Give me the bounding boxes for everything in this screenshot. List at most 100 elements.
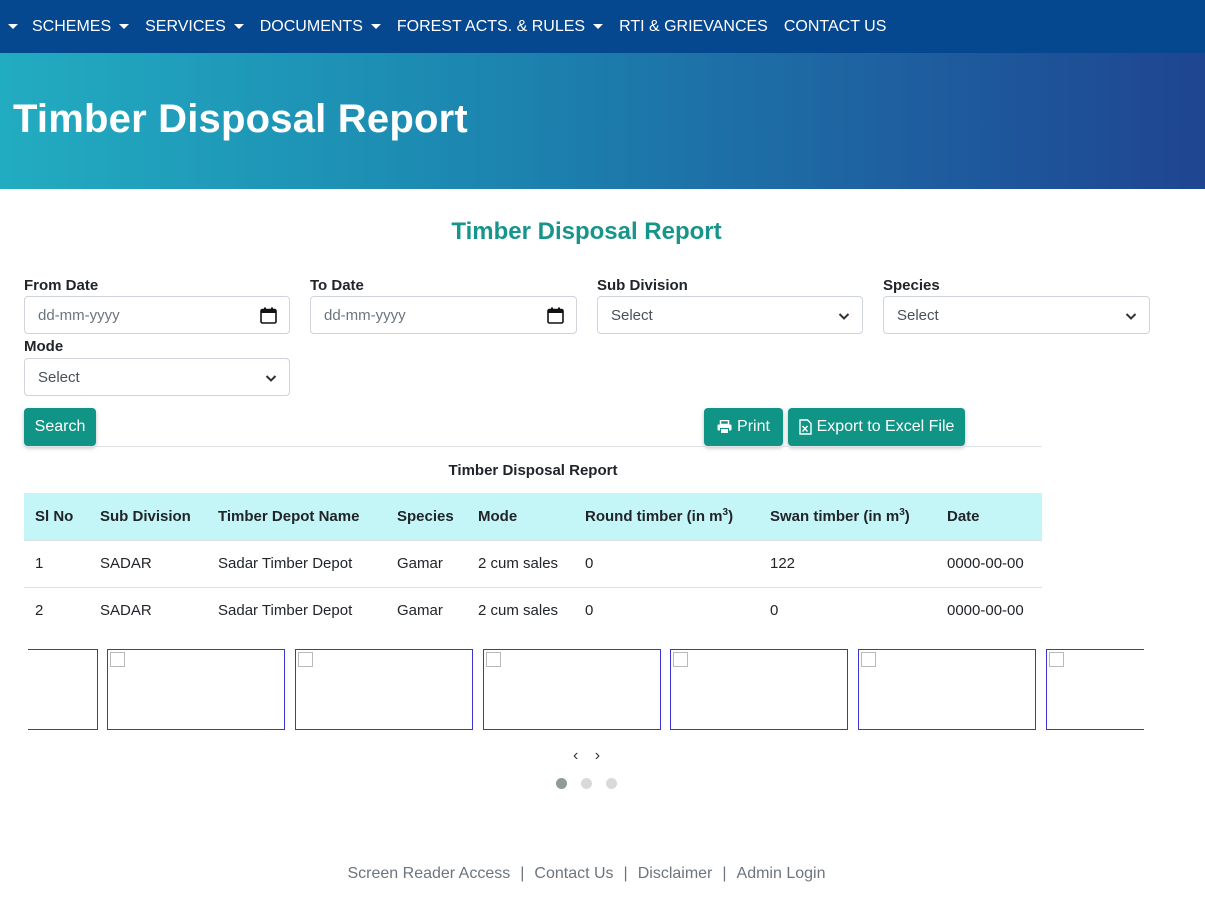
round-timber-superscript: 3 <box>722 507 729 519</box>
from-date-placeholder: dd-mm-yyyy <box>38 306 120 324</box>
col-depot-name: Timber Depot Name <box>207 493 386 540</box>
nav-item-schemes[interactable]: SCHEMES <box>32 17 130 36</box>
top-navbar: SCHEMES SERVICES DOCUMENTS FOREST ACTS. … <box>0 0 1205 53</box>
nav-label: SERVICES <box>145 17 226 35</box>
cell-species: Gamar <box>386 539 467 587</box>
divider <box>24 446 1042 447</box>
to-date-label: To Date <box>310 277 364 294</box>
table-caption: Timber Disposal Report <box>448 462 618 479</box>
cell-sl-no: 2 <box>24 586 89 634</box>
mode-select[interactable]: Select <box>24 358 290 396</box>
to-date-placeholder: dd-mm-yyyy <box>324 306 406 324</box>
calendar-icon[interactable] <box>547 307 564 324</box>
carousel-slide[interactable] <box>858 649 1036 730</box>
cell-round-timber: 0 <box>574 586 759 634</box>
footer-separator: | <box>623 865 628 882</box>
carousel-dots <box>556 778 617 789</box>
sub-division-select[interactable]: Select <box>597 296 863 334</box>
swan-timber-superscript: 3 <box>899 507 905 519</box>
species-value: Select <box>897 306 939 324</box>
col-sub-division: Sub Division <box>89 493 207 540</box>
broken-image-icon <box>110 652 125 667</box>
nav-item-contact[interactable]: CONTACT US <box>784 18 887 36</box>
col-swan-timber: Swan timber (in m3) <box>759 493 936 540</box>
sub-division-label: Sub Division <box>597 277 688 294</box>
species-select[interactable]: Select <box>883 296 1150 334</box>
caret-down-icon <box>370 24 381 29</box>
broken-image-icon <box>298 652 313 667</box>
cell-species: Gamar <box>386 586 467 634</box>
cell-depot-name: Sadar Timber Depot <box>207 539 386 587</box>
carousel-dot[interactable] <box>606 778 617 789</box>
sub-division-value: Select <box>611 306 653 324</box>
carousel-slide[interactable] <box>28 649 98 730</box>
cell-round-timber: 0 <box>574 539 759 587</box>
carousel-slide[interactable] <box>107 649 285 730</box>
cell-mode: 2 cum sales <box>467 586 574 634</box>
caret-down-icon <box>119 24 130 29</box>
carousel-slide[interactable] <box>483 649 661 730</box>
to-date-input[interactable]: dd-mm-yyyy <box>310 296 577 334</box>
nav-label: SCHEMES <box>32 17 112 35</box>
chevron-down-icon <box>265 371 277 383</box>
cell-mode: 2 cum sales <box>467 539 574 587</box>
swan-timber-header-text: Swan timber (in m <box>770 508 900 526</box>
page-title: Timber Disposal Report <box>13 97 468 141</box>
broken-image-icon <box>486 652 501 667</box>
mode-value: Select <box>38 368 80 386</box>
footer-link-disclaimer[interactable]: Disclaimer <box>638 865 713 882</box>
cell-depot-name: Sadar Timber Depot <box>207 586 386 634</box>
cell-date: 0000-00-00 <box>936 586 1042 634</box>
footer-links: Screen Reader Access | Contact Us | Disclaim… <box>0 865 1173 883</box>
export-button-label: Export to Excel File <box>816 418 955 435</box>
caret-down-icon[interactable] <box>8 24 18 29</box>
caret-down-icon <box>233 24 244 29</box>
nav-item-forest-acts[interactable]: FOREST ACTS. & RULES <box>396 17 604 36</box>
nav-item-rti[interactable]: RTI & GRIEVANCES <box>619 18 768 36</box>
cell-swan-timber: 122 <box>759 539 936 587</box>
chevron-down-icon <box>1125 309 1137 321</box>
print-button-label: Print <box>737 418 770 435</box>
broken-image-icon <box>673 652 688 667</box>
round-timber-header-text: Round timber (in m <box>585 508 723 526</box>
col-date: Date <box>936 493 1042 540</box>
carousel-dot[interactable] <box>581 778 592 789</box>
cell-sub-division: SADAR <box>89 586 207 634</box>
col-mode: Mode <box>467 493 574 540</box>
carousel-slide[interactable] <box>1046 649 1144 730</box>
export-excel-button[interactable]: Export to Excel File <box>788 408 965 446</box>
cell-swan-timber: 0 <box>759 586 936 634</box>
carousel-dot[interactable] <box>556 778 567 789</box>
from-date-label: From Date <box>24 277 99 294</box>
footer-separator: | <box>520 865 525 882</box>
footer-link-admin-login[interactable]: Admin Login <box>737 865 826 882</box>
mode-label: Mode <box>24 338 64 355</box>
col-species: Species <box>386 493 467 540</box>
print-icon <box>717 420 732 434</box>
cell-date: 0000-00-00 <box>936 539 1042 587</box>
nav-item-services[interactable]: SERVICES <box>145 18 244 36</box>
nav-item-documents[interactable]: DOCUMENTS <box>260 18 381 36</box>
table-header-row: Sl No Sub Division Timber Depot Name Spe… <box>24 493 1042 540</box>
footer-separator: | <box>722 865 727 882</box>
search-button[interactable]: Search <box>24 408 96 446</box>
chevron-down-icon <box>838 309 850 321</box>
print-button[interactable]: Print <box>704 408 783 446</box>
footer-link-screen-reader[interactable]: Screen Reader Access <box>348 865 511 882</box>
carousel-slide[interactable] <box>670 649 848 730</box>
search-button-label: Search <box>34 418 86 435</box>
col-sl-no: Sl No <box>24 493 89 540</box>
section-title: Timber Disposal Report <box>451 218 722 245</box>
nav-label: DOCUMENTS <box>259 17 363 35</box>
cell-sl-no: 1 <box>24 539 89 587</box>
image-carousel <box>28 649 1144 731</box>
excel-file-icon <box>798 419 812 435</box>
calendar-icon[interactable] <box>260 307 277 324</box>
carousel-arrows[interactable]: ‹ › <box>573 747 606 765</box>
nav-label: CONTACT US <box>783 17 887 35</box>
footer-link-contact[interactable]: Contact Us <box>534 865 613 882</box>
cell-sub-division: SADAR <box>89 539 207 587</box>
from-date-input[interactable]: dd-mm-yyyy <box>24 296 290 334</box>
carousel-slide[interactable] <box>295 649 473 730</box>
nav-label: FOREST ACTS. & RULES <box>396 17 586 35</box>
